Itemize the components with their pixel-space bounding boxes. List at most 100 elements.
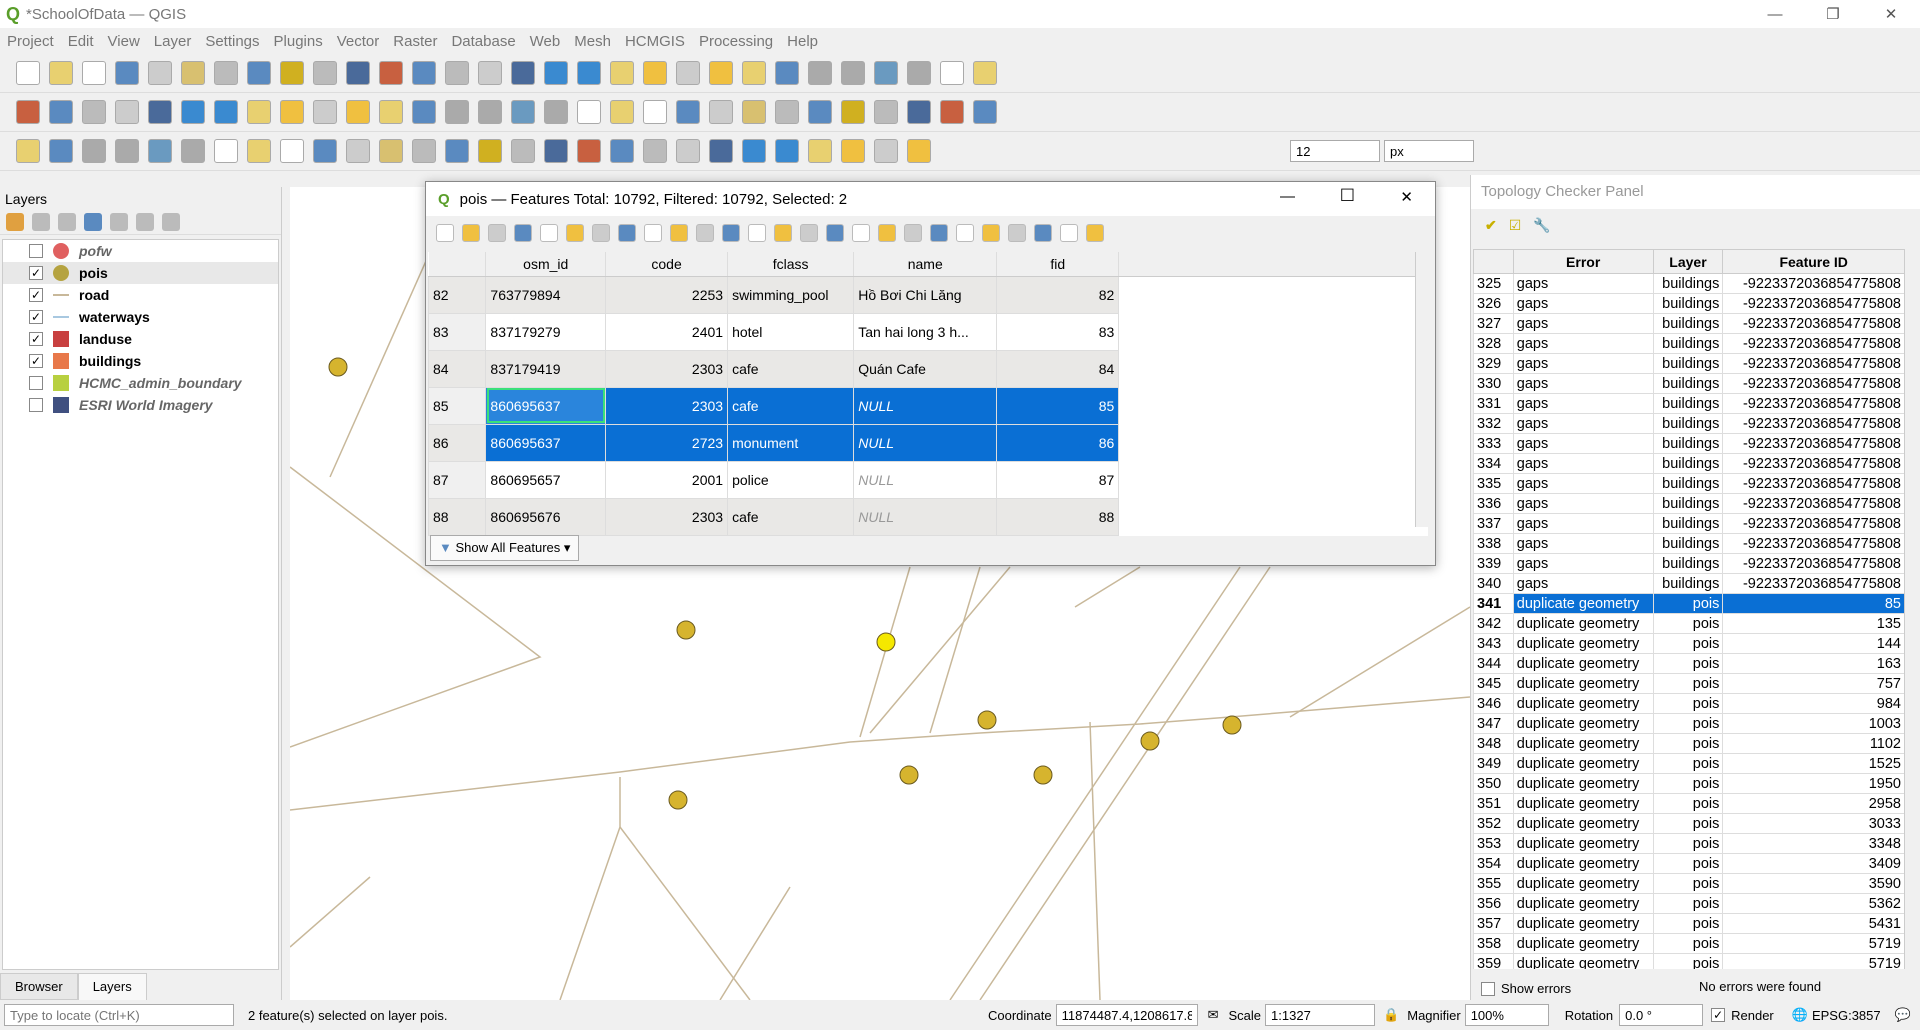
attribute-tool-icon[interactable] bbox=[800, 224, 818, 242]
topology-error-row[interactable]: 348 duplicate geometry pois 1102 bbox=[1473, 733, 1905, 754]
topology-error-row[interactable]: 358 duplicate geometry pois 5719 bbox=[1473, 933, 1905, 954]
topology-column-index[interactable] bbox=[1473, 249, 1514, 274]
row-number[interactable]: 86 bbox=[427, 423, 487, 462]
manage-visibility-icon[interactable] bbox=[58, 213, 76, 231]
cell-fid[interactable]: 82 bbox=[996, 275, 1120, 314]
scale-input[interactable] bbox=[1265, 1004, 1376, 1026]
toolbar-tool-icon[interactable] bbox=[82, 139, 106, 163]
toolbar-tool-icon[interactable] bbox=[907, 139, 931, 163]
toolbar-tool-icon[interactable] bbox=[742, 61, 766, 85]
cell-code[interactable]: 2253 bbox=[605, 275, 729, 314]
cell-fid[interactable]: 87 bbox=[996, 460, 1120, 499]
attribute-tool-icon[interactable] bbox=[1008, 224, 1026, 242]
attribute-tool-icon[interactable] bbox=[826, 224, 844, 242]
close-button[interactable]: ✕ bbox=[1862, 0, 1920, 28]
toolbar-tool-icon[interactable] bbox=[973, 61, 997, 85]
toolbar-tool-icon[interactable] bbox=[445, 139, 469, 163]
toolbar-tool-icon[interactable] bbox=[82, 100, 106, 124]
attribute-tool-icon[interactable] bbox=[696, 224, 714, 242]
column-header-fid[interactable]: fid bbox=[996, 252, 1120, 277]
toolbar-tool-icon[interactable] bbox=[148, 100, 172, 124]
toolbar-tool-icon[interactable] bbox=[676, 100, 700, 124]
render-checkbox[interactable]: ✓ bbox=[1711, 1008, 1726, 1022]
cell-fid[interactable]: 84 bbox=[996, 349, 1120, 388]
toolbar-tool-icon[interactable] bbox=[247, 139, 271, 163]
row-number[interactable]: 83 bbox=[427, 312, 487, 351]
menu-settings[interactable]: Settings bbox=[198, 33, 266, 50]
toolbar-tool-icon[interactable] bbox=[544, 100, 568, 124]
cell-name[interactable]: NULL bbox=[853, 460, 998, 499]
toolbar-tool-icon[interactable] bbox=[214, 139, 238, 163]
rotation-input[interactable] bbox=[1619, 1004, 1704, 1026]
topology-error-row[interactable]: 333 gaps buildings -9223372036854775808 bbox=[1473, 433, 1905, 454]
menu-plugins[interactable]: Plugins bbox=[267, 33, 330, 50]
toolbar-tool-icon[interactable] bbox=[379, 61, 403, 85]
toolbar-tool-icon[interactable] bbox=[643, 61, 667, 85]
toolbar-tool-icon[interactable] bbox=[412, 61, 436, 85]
topology-error-row[interactable]: 330 gaps buildings -9223372036854775808 bbox=[1473, 373, 1905, 394]
attribute-tool-icon[interactable] bbox=[956, 224, 974, 242]
toolbar-tool-icon[interactable] bbox=[874, 61, 898, 85]
attribute-tool-icon[interactable] bbox=[904, 224, 922, 242]
topology-error-row[interactable]: 331 gaps buildings -9223372036854775808 bbox=[1473, 393, 1905, 414]
attribute-tool-icon[interactable] bbox=[670, 224, 688, 242]
layer-item-hcmc-admin-boundary[interactable]: HCMC_admin_boundary bbox=[3, 372, 278, 394]
topology-error-row[interactable]: 351 duplicate geometry pois 2958 bbox=[1473, 793, 1905, 814]
toolbar-tool-icon[interactable] bbox=[742, 139, 766, 163]
filter-legend-icon[interactable] bbox=[84, 213, 102, 231]
topology-error-row[interactable]: 346 duplicate geometry pois 984 bbox=[1473, 693, 1905, 714]
toolbar-tool-icon[interactable] bbox=[709, 61, 733, 85]
attribute-tool-icon[interactable] bbox=[566, 224, 584, 242]
menu-view[interactable]: View bbox=[101, 33, 147, 50]
toolbar-tool-icon[interactable] bbox=[907, 61, 931, 85]
toolbar-tool-icon[interactable] bbox=[709, 139, 733, 163]
toolbar-tool-icon[interactable] bbox=[940, 100, 964, 124]
layer-item-waterways[interactable]: ✓ waterways bbox=[3, 306, 278, 328]
topology-error-row[interactable]: 352 duplicate geometry pois 3033 bbox=[1473, 813, 1905, 834]
cell-name[interactable]: NULL bbox=[853, 497, 998, 536]
toolbar-tool-icon[interactable] bbox=[742, 100, 766, 124]
toolbar-tool-icon[interactable] bbox=[511, 100, 535, 124]
poi-point[interactable] bbox=[1222, 715, 1242, 735]
toolbar-tool-icon[interactable] bbox=[676, 139, 700, 163]
toolbar-tool-icon[interactable] bbox=[313, 139, 337, 163]
table-row[interactable]: 82 763779894 2253 swimming_pool Hồ Bơi Chi L… bbox=[427, 275, 1428, 314]
cell-fclass[interactable]: cafe bbox=[727, 386, 855, 425]
dialog-minimize-button[interactable]: — bbox=[1280, 188, 1295, 205]
tab-layers[interactable]: Layers bbox=[77, 973, 147, 1000]
menu-raster[interactable]: Raster bbox=[386, 33, 444, 50]
toolbar-tool-icon[interactable] bbox=[511, 61, 535, 85]
topology-error-row[interactable]: 357 duplicate geometry pois 5431 bbox=[1473, 913, 1905, 934]
add-group-icon[interactable] bbox=[32, 213, 50, 231]
toolbar-tool-icon[interactable] bbox=[940, 61, 964, 85]
toolbar-tool-icon[interactable] bbox=[775, 139, 799, 163]
topology-error-row[interactable]: 340 gaps buildings -9223372036854775808 bbox=[1473, 573, 1905, 594]
attribute-tool-icon[interactable] bbox=[462, 224, 480, 242]
attribute-tool-icon[interactable] bbox=[644, 224, 662, 242]
toolbar-tool-icon[interactable] bbox=[82, 61, 106, 85]
layer-visibility-checkbox[interactable]: ✓ bbox=[29, 310, 43, 324]
attribute-tool-icon[interactable] bbox=[930, 224, 948, 242]
toolbar-tool-icon[interactable] bbox=[148, 61, 172, 85]
snap-units-select[interactable] bbox=[1384, 140, 1474, 162]
toolbar-tool-icon[interactable] bbox=[577, 61, 601, 85]
toolbar-tool-icon[interactable] bbox=[247, 100, 271, 124]
toolbar-tool-icon[interactable] bbox=[16, 100, 40, 124]
poi-point[interactable] bbox=[668, 790, 688, 810]
topology-error-row[interactable]: 355 duplicate geometry pois 3590 bbox=[1473, 873, 1905, 894]
cell-fclass[interactable]: cafe bbox=[727, 349, 855, 388]
topology-error-row[interactable]: 350 duplicate geometry pois 1950 bbox=[1473, 773, 1905, 794]
topology-error-row[interactable]: 338 gaps buildings -9223372036854775808 bbox=[1473, 533, 1905, 554]
layer-visibility-checkbox[interactable]: ✓ bbox=[29, 266, 43, 280]
topology-error-row[interactable]: 344 duplicate geometry pois 163 bbox=[1473, 653, 1905, 674]
table-row[interactable]: 88 860695676 2303 cafe NULL 88 bbox=[427, 497, 1428, 536]
toolbar-tool-icon[interactable] bbox=[775, 100, 799, 124]
cell-fclass[interactable]: police bbox=[727, 460, 855, 499]
restore-button[interactable]: ❐ bbox=[1804, 0, 1862, 28]
topology-error-row[interactable]: 345 duplicate geometry pois 757 bbox=[1473, 673, 1905, 694]
lock-scale-icon[interactable]: 🔒 bbox=[1383, 1007, 1399, 1023]
coordinate-input[interactable] bbox=[1055, 1004, 1198, 1026]
cell-code[interactable]: 2303 bbox=[605, 386, 729, 425]
minimize-button[interactable]: — bbox=[1746, 0, 1804, 28]
cell-fid[interactable]: 86 bbox=[996, 423, 1120, 462]
